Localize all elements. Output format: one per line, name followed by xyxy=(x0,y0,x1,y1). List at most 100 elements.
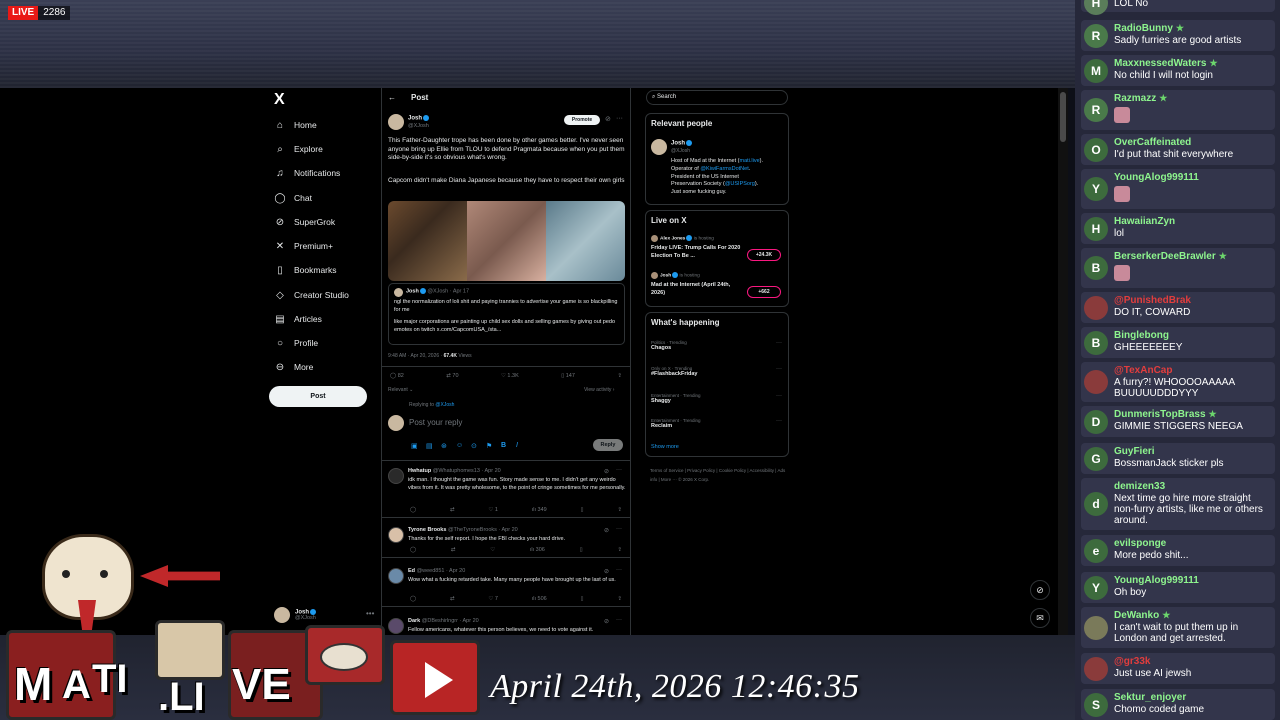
location-icon[interactable]: ⊙ xyxy=(471,442,477,450)
nav-item-notifications[interactable]: ♫ Notifications xyxy=(274,164,340,182)
views-action[interactable]: ılı 306 xyxy=(530,547,545,553)
grok-icon[interactable]: ⊘ xyxy=(604,468,609,475)
reply-handle[interactable]: @Whatuphomes13 · Apr 20 xyxy=(433,468,501,474)
chat-username[interactable]: GuyFieri xyxy=(1114,446,1155,457)
bio-link[interactable]: @KiwiFarmsDotNet xyxy=(700,166,748,172)
bookmark-icon[interactable]: ▯ xyxy=(580,547,583,553)
share-icon[interactable]: ⇪ xyxy=(617,547,622,553)
chat-avatar[interactable]: B xyxy=(1084,330,1108,355)
chat-username[interactable]: YoungAlog999111 xyxy=(1114,575,1199,586)
repost-action[interactable]: ⇄ xyxy=(450,507,455,513)
chat-avatar[interactable]: R xyxy=(1084,23,1108,48)
reply-button[interactable]: Reply xyxy=(593,439,623,451)
nav-item-articles[interactable]: ▤ Articles xyxy=(274,310,322,328)
footer-links[interactable]: Terms of Service | Privacy Policy | Cook… xyxy=(650,466,790,484)
reply-action[interactable]: ◯ xyxy=(410,507,416,513)
live-listener-pill[interactable]: +24.3K xyxy=(747,249,781,261)
chat-username[interactable]: @PunishedBrak xyxy=(1114,295,1191,306)
author-avatar[interactable] xyxy=(388,114,404,130)
chat-username[interactable]: BerserkerDeeBrawler xyxy=(1114,251,1216,262)
scrollbar-track[interactable] xyxy=(1058,88,1068,635)
chat-avatar[interactable]: M xyxy=(1084,58,1108,83)
like-action[interactable]: ♡ xyxy=(490,547,495,553)
emoji-icon[interactable]: ☺ xyxy=(456,442,463,449)
chat-avatar[interactable]: D xyxy=(1084,409,1108,434)
search-input[interactable]: ⌕ Search xyxy=(646,90,788,105)
messages-fab-icon[interactable]: ✉ xyxy=(1030,608,1050,628)
more-dots-icon[interactable]: ··· xyxy=(776,393,782,399)
bookmark-icon[interactable]: ▯ xyxy=(581,507,584,513)
avatar[interactable] xyxy=(651,139,667,155)
chat-username[interactable]: DunmerisTopBrass xyxy=(1114,409,1206,420)
x-logo[interactable]: X xyxy=(274,91,285,109)
person-handle[interactable]: @XJosh xyxy=(671,148,690,154)
bio-link[interactable]: @USIPSorg xyxy=(725,181,755,187)
grok-icon[interactable]: ⊛ xyxy=(441,442,447,450)
promote-button[interactable]: Promote xyxy=(564,115,600,125)
repost-action[interactable]: ⇄ 70 xyxy=(446,373,458,379)
chat-avatar[interactable] xyxy=(1084,615,1108,640)
share-icon[interactable]: ⇪ xyxy=(617,507,622,513)
person-name[interactable]: Josh xyxy=(671,141,685,147)
grok-icon[interactable]: ⊘ xyxy=(604,618,609,625)
chat-username[interactable]: DeWanko xyxy=(1114,610,1159,621)
grok-fab-icon[interactable]: ⊘ xyxy=(1030,580,1050,600)
chat-avatar[interactable]: H xyxy=(1084,216,1108,241)
nav-item-home[interactable]: ⌂ Home xyxy=(274,116,317,134)
chat-username[interactable]: HawaiianZyn xyxy=(1114,216,1175,227)
bold-icon[interactable]: B xyxy=(501,442,506,449)
view-activity-link[interactable]: View activity xyxy=(584,387,611,393)
chat-username[interactable]: Razmazz xyxy=(1114,93,1156,104)
nav-item-chat[interactable]: ◯ Chat xyxy=(274,189,312,207)
chat-username[interactable]: @gr33k xyxy=(1114,656,1150,667)
replying-to-handle[interactable]: @XJosh xyxy=(435,402,454,408)
grok-icon[interactable]: ⊘ xyxy=(604,527,609,534)
more-dots-icon[interactable]: ··· xyxy=(776,340,782,346)
chat-avatar[interactable]: R xyxy=(1084,98,1108,122)
reply-author[interactable]: Hwhatup xyxy=(408,468,431,474)
more-dots-icon[interactable]: ··· xyxy=(616,467,622,473)
chat-username[interactable]: Binglebong xyxy=(1114,330,1169,341)
grok-icon[interactable]: ⊘ xyxy=(604,568,609,575)
chat-username[interactable]: evilsponge xyxy=(1114,538,1166,549)
avatar[interactable] xyxy=(388,468,404,484)
views-action[interactable]: ılı 349 xyxy=(532,507,547,513)
chat-avatar[interactable]: G xyxy=(1084,446,1108,471)
nav-item-explore[interactable]: ⌕ Explore xyxy=(274,140,323,158)
chat-avatar[interactable] xyxy=(1084,656,1108,681)
chat-avatar[interactable]: S xyxy=(1084,692,1108,717)
gif-icon[interactable]: ▤ xyxy=(426,442,433,450)
chat-avatar[interactable]: Y xyxy=(1084,575,1108,600)
nav-item-premium[interactable]: ✕ Premium+ xyxy=(274,237,333,255)
chat-avatar[interactable] xyxy=(1084,295,1108,320)
grok-icon[interactable]: ⊘ xyxy=(605,115,611,123)
nav-item-creator-studio[interactable]: ◇ Creator Studio xyxy=(274,286,349,304)
chat-avatar[interactable]: e xyxy=(1084,538,1108,563)
share-icon[interactable]: ⇪ xyxy=(617,596,622,602)
back-arrow-icon[interactable]: ← xyxy=(388,93,396,102)
chat-username[interactable]: RadioBunny xyxy=(1114,23,1173,34)
chat-username[interactable]: YoungAlog999111 xyxy=(1114,172,1199,183)
like-action[interactable]: ♡ 1.3K xyxy=(501,373,519,379)
author-handle[interactable]: @XJosh xyxy=(408,123,429,129)
chat-avatar[interactable]: d xyxy=(1084,492,1108,516)
chat-username[interactable]: Sektur_enjoyer xyxy=(1114,692,1186,703)
show-more-link[interactable]: Show more xyxy=(651,444,679,450)
flag-icon[interactable]: ⚑ xyxy=(486,442,492,450)
nav-item-supergrok[interactable]: ⊘ SuperGrok xyxy=(274,213,335,231)
image-icon[interactable]: ▣ xyxy=(411,442,418,450)
more-dots-icon[interactable]: ··· xyxy=(616,115,623,122)
more-dots-icon[interactable]: ··· xyxy=(776,418,782,424)
views-action[interactable]: ılı 506 xyxy=(532,596,547,602)
bookmark-icon[interactable]: ▯ xyxy=(581,596,584,602)
chat-username[interactable]: MaxxnessedWaters xyxy=(1114,58,1206,69)
more-dots-icon[interactable]: ··· xyxy=(776,366,782,372)
chat-username[interactable]: OverCaffeinated xyxy=(1114,137,1191,148)
italic-icon[interactable]: I xyxy=(516,442,518,449)
chat-username[interactable]: demizen33 xyxy=(1114,481,1165,492)
nav-item-more[interactable]: ⊖ More xyxy=(274,358,314,376)
bio-link[interactable]: mati.live xyxy=(739,158,759,164)
sort-relevant-dropdown[interactable]: Relevant xyxy=(388,387,408,393)
author-name[interactable]: Josh xyxy=(408,116,422,122)
more-dots-icon[interactable]: ··· xyxy=(616,526,622,532)
